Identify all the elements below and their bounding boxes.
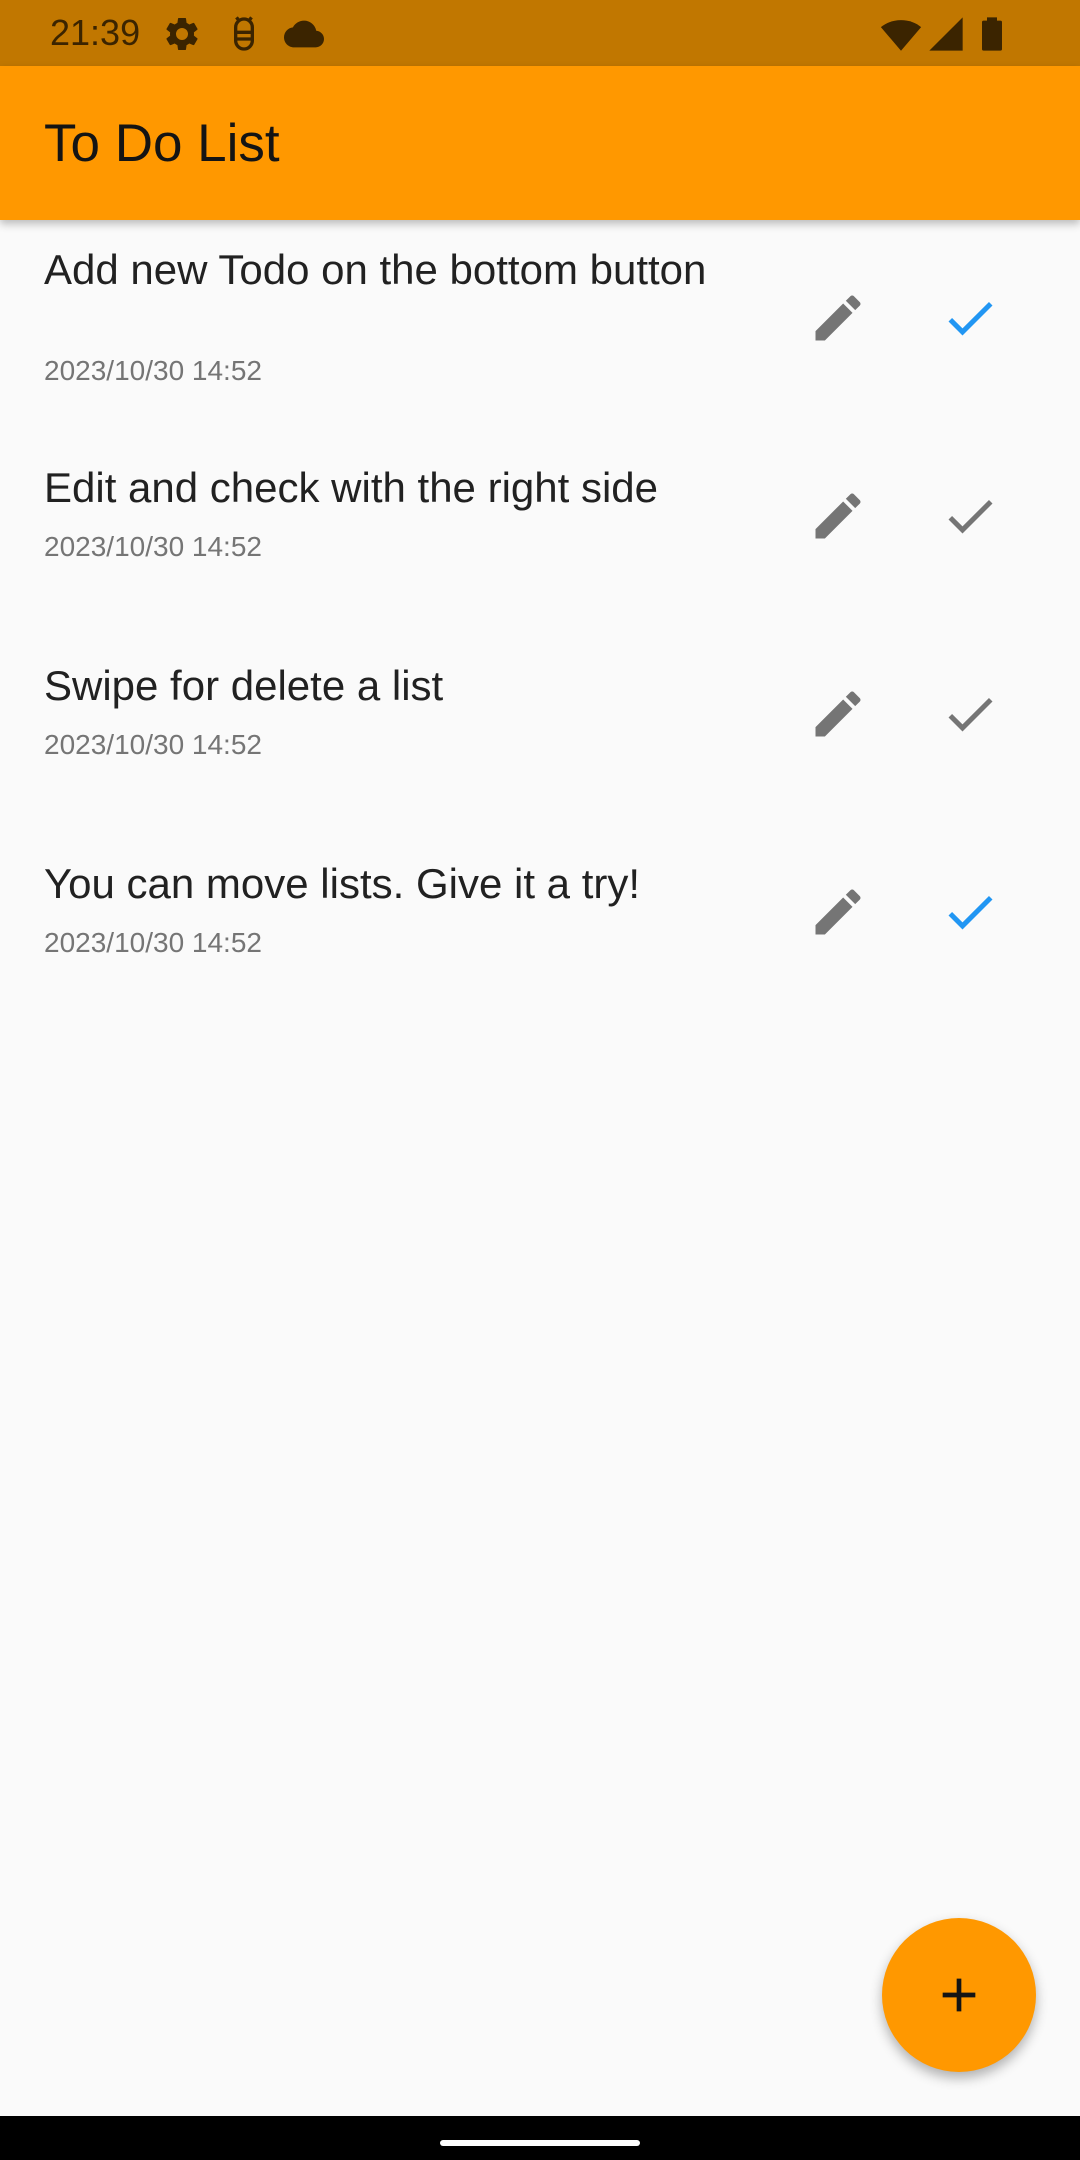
app-title: To Do List: [44, 114, 280, 173]
edit-icon[interactable]: [808, 486, 868, 546]
status-time: 21:39: [50, 12, 141, 53]
check-icon[interactable]: [940, 288, 1000, 348]
app-bar: To Do List: [0, 66, 1080, 220]
plus-icon: [942, 1978, 976, 2012]
todo-title: Edit and check with the right side: [44, 464, 659, 511]
todo-title: Swipe for delete a list: [44, 662, 444, 709]
todo-date: 2023/10/30 14:52: [44, 355, 262, 386]
home-gesture-handle[interactable]: [440, 2140, 640, 2146]
check-icon[interactable]: [940, 882, 1000, 942]
edit-icon[interactable]: [808, 882, 868, 942]
system-nav-bar: [0, 2116, 1080, 2160]
wifi-icon: [880, 20, 922, 51]
todo-date: 2023/10/30 14:52: [44, 531, 262, 562]
edit-icon[interactable]: [808, 684, 868, 744]
todo-date: 2023/10/30 14:52: [44, 729, 262, 760]
todo-title: Add new Todo on the bottom button: [44, 246, 707, 293]
check-icon[interactable]: [940, 486, 1000, 546]
todo-date: 2023/10/30 14:52: [44, 927, 262, 958]
cellular-signal-icon: [929, 17, 963, 51]
check-icon[interactable]: [940, 684, 1000, 744]
cloud-icon: [284, 20, 324, 48]
todo-title: You can move lists. Give it a try!: [44, 860, 641, 907]
edit-icon[interactable]: [808, 288, 868, 348]
todo-item[interactable]: You can move lists. Give it a try! 2023/…: [0, 814, 1080, 1012]
todo-item[interactable]: Edit and check with the right side 2023/…: [0, 418, 1080, 616]
gear-icon: [166, 17, 198, 50]
status-bar: 21:39: [0, 0, 1080, 66]
android-debug-icon: [234, 16, 254, 51]
todo-item[interactable]: Add new Todo on the bottom button 2023/1…: [0, 220, 1080, 418]
todo-item[interactable]: Swipe for delete a list 2023/10/30 14:52: [0, 616, 1080, 814]
add-todo-button[interactable]: [882, 1918, 1036, 2072]
battery-icon: [982, 17, 1002, 51]
